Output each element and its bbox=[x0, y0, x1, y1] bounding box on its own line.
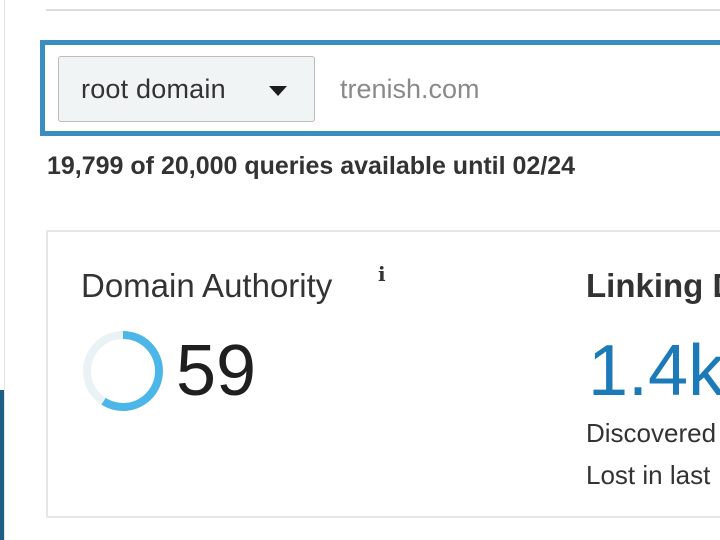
domain-search-input[interactable] bbox=[340, 60, 720, 118]
domain-authority-value: 59 bbox=[176, 331, 257, 411]
top-divider bbox=[46, 9, 720, 11]
domain-authority-title: Domain Authority bbox=[81, 267, 333, 304]
page: root domain 19,799 of 20,000 queries ava… bbox=[0, 0, 720, 540]
query-quota-text: 19,799 of 20,000 queries available until… bbox=[47, 152, 576, 180]
discovered-label: Discovered bbox=[586, 418, 717, 448]
search-bar: root domain bbox=[40, 40, 720, 136]
info-icon[interactable]: i bbox=[378, 262, 386, 286]
linking-domains-title: Linking D bbox=[586, 267, 720, 304]
left-edge-strip bbox=[0, 0, 5, 540]
metrics-card: Domain Authority i 59 Linking D 1.4k Dis… bbox=[46, 230, 720, 518]
caret-down-icon bbox=[269, 86, 287, 96]
scope-dropdown[interactable]: root domain bbox=[58, 56, 315, 122]
lost-label: Lost in last bbox=[586, 460, 711, 490]
scope-dropdown-label: root domain bbox=[81, 74, 226, 104]
left-edge-highlight bbox=[0, 390, 4, 540]
domain-authority-ring bbox=[83, 331, 163, 411]
linking-domains-value[interactable]: 1.4k bbox=[588, 330, 720, 412]
